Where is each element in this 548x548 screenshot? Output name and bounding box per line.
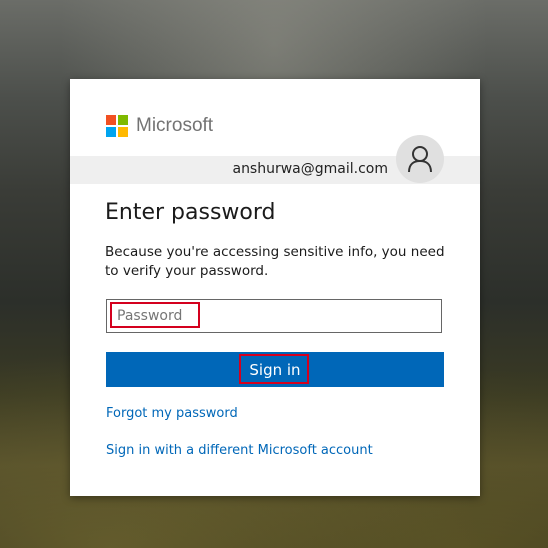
password-field[interactable]: [106, 299, 442, 333]
sign-in-button[interactable]: [106, 352, 444, 387]
signin-card: Microsoft anshurwa@gmail.com Enter passw…: [70, 79, 480, 496]
microsoft-logo: Microsoft: [106, 115, 213, 137]
account-email: anshurwa@gmail.com: [232, 161, 388, 177]
different-account-link[interactable]: Sign in with a different Microsoft accou…: [106, 443, 373, 458]
page-description: Because you're accessing sensitive info,…: [105, 244, 445, 279]
page-title: Enter password: [105, 200, 276, 225]
microsoft-logo-icon: [106, 115, 128, 137]
user-icon: [408, 146, 432, 173]
avatar[interactable]: [396, 135, 444, 183]
password-input[interactable]: [107, 300, 441, 332]
brand-name: Microsoft: [136, 115, 214, 136]
forgot-password-link[interactable]: Forgot my password: [106, 406, 238, 421]
